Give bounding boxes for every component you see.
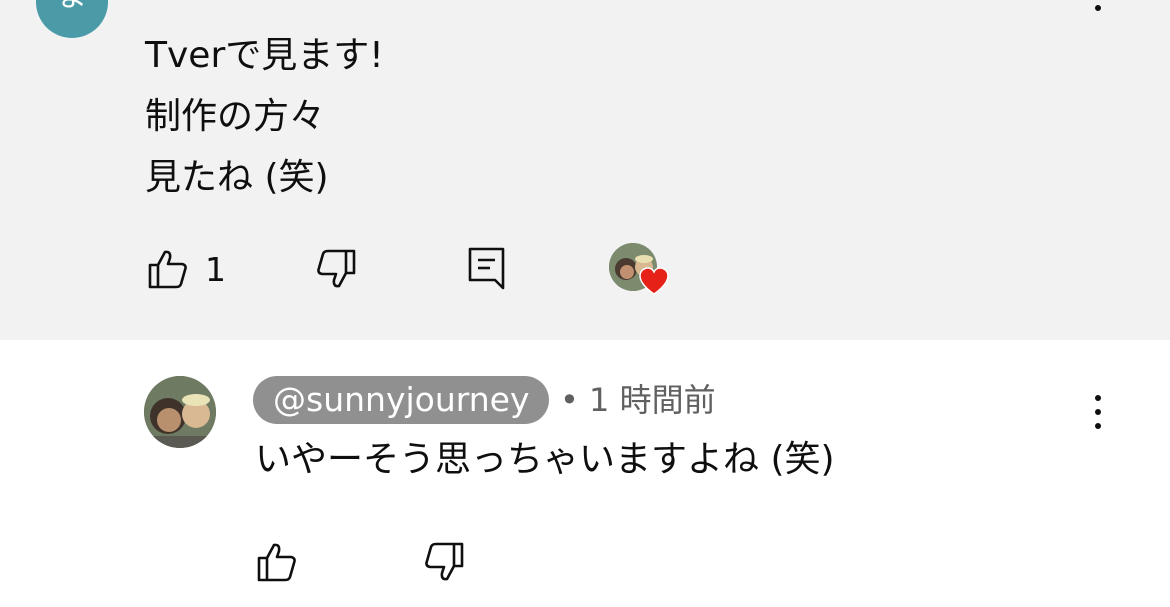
reply-avatar[interactable] — [144, 376, 216, 448]
comment-reply-icon — [468, 247, 505, 290]
author-handle[interactable]: @sunnyjourney — [253, 376, 550, 424]
commenter-avatar[interactable]: ま — [36, 0, 108, 38]
reply-button[interactable] — [467, 246, 507, 290]
dislike-button[interactable] — [315, 248, 357, 290]
highlighted-comment: ま Tverで見ます! 制作の方々 見たね (笑) 1 — [0, 0, 1170, 340]
like-button[interactable] — [256, 541, 298, 583]
thumbs-down-icon — [425, 542, 464, 581]
like-button[interactable]: 1 — [147, 248, 226, 290]
more-options-icon[interactable] — [1092, 0, 1104, 22]
heart-icon — [639, 267, 669, 295]
creator-heart — [609, 243, 669, 295]
like-count: 1 — [205, 249, 226, 289]
dislike-button[interactable] — [423, 541, 465, 583]
comment-line: 制作の方々 — [145, 96, 326, 137]
timestamp: 1 時間前 — [589, 381, 716, 419]
comment-text: Tverで見ます! 制作の方々 見たね (笑) — [145, 25, 945, 208]
thumbs-down-icon — [317, 249, 356, 288]
thumbs-up-icon — [148, 250, 187, 289]
thumbs-up-icon — [257, 543, 296, 582]
comment-line: 見たね (笑) — [145, 157, 329, 198]
separator-dot: • — [560, 381, 579, 419]
partial-icon — [148, 0, 164, 2]
more-options-icon[interactable] — [1092, 390, 1104, 434]
reply-meta: • 1 時間前 — [560, 376, 716, 424]
reply-text: いやーそう思っちゃいますよね (笑) — [255, 439, 835, 480]
comment-header-partial — [148, 0, 678, 8]
comment-line: Tverで見ます! — [145, 35, 384, 76]
